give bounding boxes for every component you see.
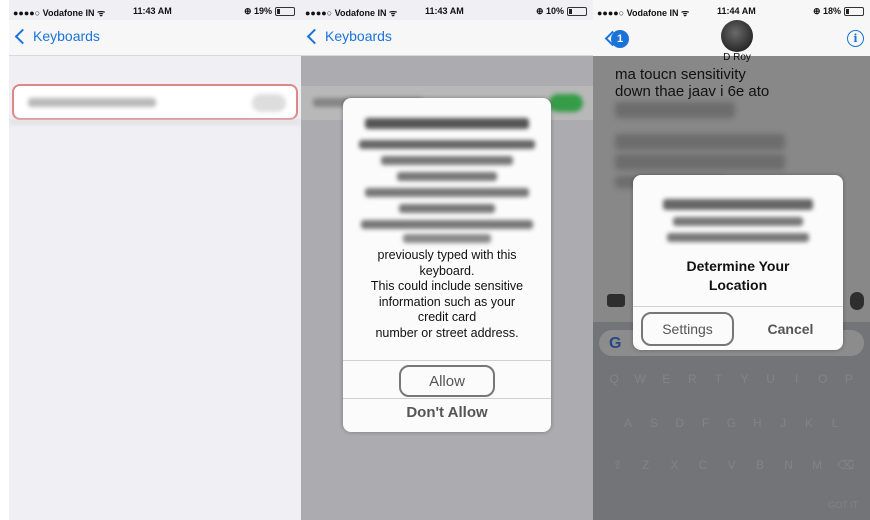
allow-full-access-screen: ●●●●○ Vodafone IN ᯤ 11:43 AM ⊕ 10% Keybo… bbox=[301, 0, 593, 520]
battery-percent: ⊕ 19% bbox=[243, 6, 272, 16]
alert-divider bbox=[633, 306, 843, 307]
alert-message-line: credit card bbox=[417, 310, 477, 324]
chevron-left-icon bbox=[14, 28, 31, 44]
settings-button[interactable]: Settings bbox=[641, 312, 734, 346]
alert-message-line: information such as your bbox=[378, 294, 516, 309]
battery-percent: ⊕ 10% bbox=[535, 6, 564, 16]
cancel-button[interactable]: Cancel bbox=[738, 321, 843, 337]
blurred-alert-text bbox=[667, 233, 809, 242]
battery-icon bbox=[275, 7, 295, 16]
status-time: 11:43 AM bbox=[133, 6, 172, 16]
divider bbox=[9, 120, 301, 124]
alert-message-line: number or street address. bbox=[375, 325, 519, 340]
blurred-alert-text bbox=[403, 234, 491, 243]
alert-message: previously typed with this keyboard. Thi… bbox=[351, 248, 543, 341]
blurred-keyboard-name bbox=[28, 98, 156, 107]
alert-divider bbox=[343, 398, 551, 399]
status-time: 11:43 AM bbox=[425, 6, 464, 16]
alert-title-line: Location bbox=[708, 277, 768, 293]
alert-message-line: This could include sensitive bbox=[370, 279, 524, 293]
alert-divider bbox=[343, 360, 551, 361]
blurred-alert-text bbox=[673, 217, 803, 226]
blurred-alert-text bbox=[381, 156, 513, 165]
blurred-alert-text bbox=[359, 140, 535, 149]
nav-bar: Keyboards bbox=[9, 20, 301, 56]
back-label: Keyboards bbox=[325, 28, 392, 44]
back-button[interactable]: 1 bbox=[603, 30, 633, 48]
alert-title: Determine Your Location bbox=[633, 257, 843, 295]
carrier-signal: ●●●●○ Vodafone IN ᯤ bbox=[597, 8, 690, 18]
status-bar: ●●●●○ Vodafone IN ᯤ 11:44 AM ⊕ 18% bbox=[593, 0, 870, 20]
blurred-alert-text bbox=[399, 204, 495, 213]
status-time: 11:44 AM bbox=[717, 6, 756, 16]
carrier-signal: ●●●●○ Vodafone IN ᯤ bbox=[305, 8, 398, 18]
keyboard-settings-screen: ●●●●○ Vodafone IN ᯤ 11:43 AM ⊕ 19% Keybo… bbox=[9, 0, 301, 520]
alert-title-line: Determine Your bbox=[686, 258, 790, 274]
keyboard-row-highlighted[interactable] bbox=[12, 84, 298, 120]
allow-button[interactable]: Allow bbox=[399, 365, 495, 397]
avatar[interactable] bbox=[721, 20, 753, 52]
carrier-signal: ●●●●○ Vodafone IN ᯤ bbox=[13, 8, 106, 18]
full-access-toggle[interactable] bbox=[252, 94, 286, 112]
back-label: Keyboards bbox=[33, 28, 100, 44]
blurred-alert-text bbox=[663, 199, 813, 210]
nav-bar: Keyboards bbox=[301, 20, 593, 56]
status-bar: ●●●●○ Vodafone IN ᯤ 11:43 AM ⊕ 10% bbox=[301, 0, 593, 20]
allow-full-access-alert: previously typed with this keyboard. Thi… bbox=[343, 98, 551, 432]
dont-allow-button[interactable]: Don't Allow bbox=[343, 404, 551, 421]
chevron-left-icon bbox=[306, 28, 323, 44]
messages-screen: ●●●●○ Vodafone IN ᯤ 11:44 AM ⊕ 18% 1 D R… bbox=[593, 0, 870, 520]
back-button[interactable]: Keyboards bbox=[305, 28, 392, 44]
unread-badge: 1 bbox=[611, 30, 629, 48]
info-icon[interactable]: i bbox=[847, 30, 864, 47]
back-button[interactable]: Keyboards bbox=[13, 28, 100, 44]
battery-percent: ⊕ 18% bbox=[812, 6, 841, 16]
blurred-alert-text bbox=[361, 220, 533, 229]
battery-icon bbox=[567, 7, 587, 16]
battery-icon bbox=[844, 7, 864, 16]
blurred-alert-text bbox=[397, 172, 497, 181]
status-bar: ●●●●○ Vodafone IN ᯤ 11:43 AM ⊕ 19% bbox=[9, 0, 301, 20]
blurred-alert-title bbox=[365, 118, 529, 129]
blurred-alert-text bbox=[365, 188, 529, 197]
alert-message-line: previously typed with this bbox=[377, 248, 517, 262]
location-permission-alert: Determine Your Location Settings Cancel bbox=[633, 175, 843, 350]
alert-message-line: keyboard. bbox=[419, 263, 475, 278]
